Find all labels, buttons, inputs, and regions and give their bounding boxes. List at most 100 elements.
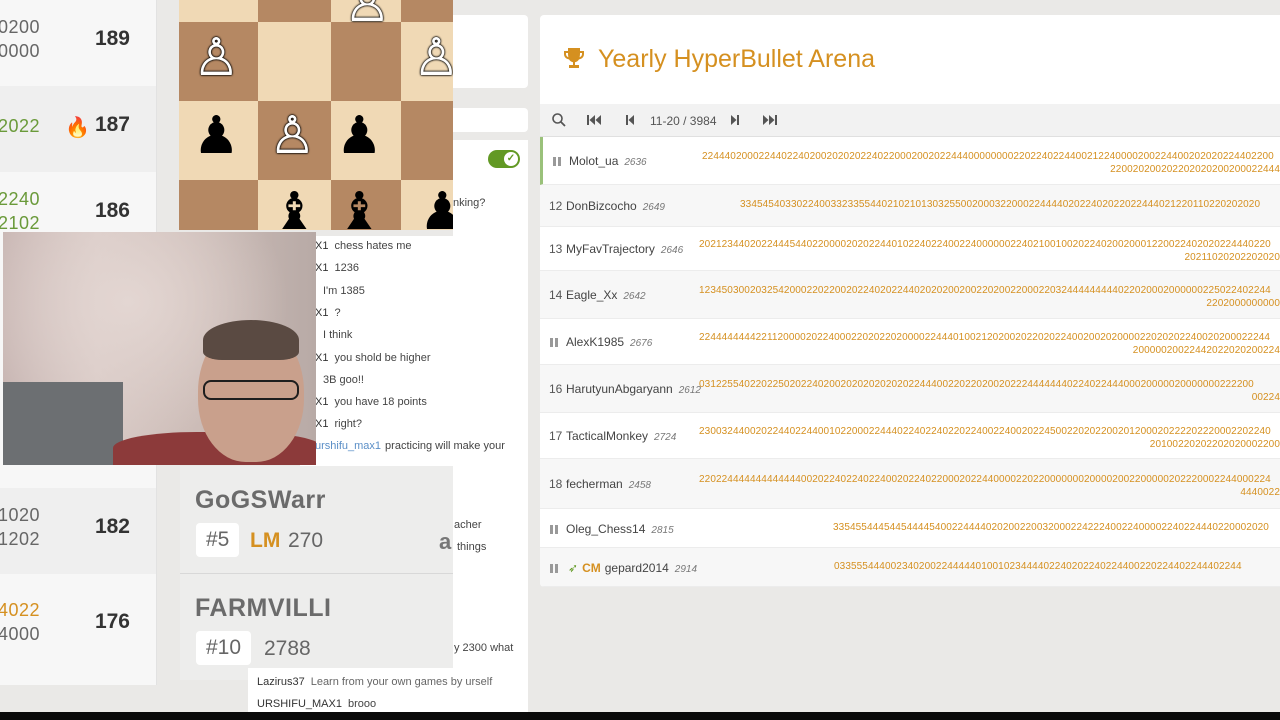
standing-score-bottom: 2102 xyxy=(0,213,41,233)
player-rank: #5 xyxy=(196,523,240,557)
next-page-icon[interactable] xyxy=(727,112,743,128)
standing-score-top: 4022 xyxy=(0,600,41,620)
standings-row[interactable]: AlexK1985 2676 224444444422112000020224000… xyxy=(540,319,1280,365)
chat-line: X1? xyxy=(315,307,341,319)
standing-points: 187 xyxy=(94,113,130,136)
black-pawn-icon[interactable]: ♟ xyxy=(193,110,240,162)
score-sheet: 0335554440023402002244444010010234444022… xyxy=(834,560,1242,572)
player-username[interactable]: Eagle_Xx xyxy=(566,288,617,302)
chat-fragment: acher xyxy=(454,519,482,531)
standings-row[interactable]: ➶ CM gepard2014 2914 03355544400234020022444… xyxy=(540,548,1280,587)
search-icon[interactable] xyxy=(551,112,567,128)
pager-bar: 11-20 / 3984 xyxy=(540,104,1280,137)
chat-username[interactable]: X1 xyxy=(315,418,328,430)
chat-line: X1 you have 18 points xyxy=(315,396,427,408)
player-username[interactable]: TacticalMonkey xyxy=(566,429,648,443)
player-elo: 2815 xyxy=(651,524,674,536)
standing-score-bottom: 4000 xyxy=(0,624,41,644)
chess-board[interactable]: ♙ ♙ ♙ ♟ ♙ ♟ ♝ ♝ ♟ xyxy=(179,0,453,230)
prev-page-icon[interactable] xyxy=(622,112,638,128)
player-username[interactable]: AlexK1985 xyxy=(566,335,624,349)
score-sheet: 2300324400202244022440010220002244402240… xyxy=(699,426,1271,437)
player-username[interactable]: Molot_ua xyxy=(569,154,618,168)
player-name[interactable]: HarutyunAbgaryann 2612 xyxy=(566,382,701,396)
standings-row[interactable]: 13 MyFavTrajectory 2646 2021234402022444544… xyxy=(540,227,1280,271)
middle-panel-header xyxy=(453,15,528,88)
player-username[interactable]: gepard2014 xyxy=(605,561,669,575)
standing-row: 0200 0000 189 xyxy=(0,0,156,86)
standings-row[interactable]: 14 Eagle_Xx 2642 12345030020325420002202200… xyxy=(540,271,1280,319)
board-square[interactable] xyxy=(179,180,258,230)
player-name[interactable]: TacticalMonkey 2724 xyxy=(566,429,676,443)
chat-username[interactable]: X1 xyxy=(315,352,328,364)
standings-row[interactable]: Oleg_Chess14 2815 335455444544544445400224… xyxy=(540,509,1280,548)
player-rank: 13 xyxy=(549,242,563,256)
chat-username[interactable]: X1 xyxy=(315,307,328,319)
player-username[interactable]: HarutyunAbgaryann xyxy=(566,382,673,396)
standings-row[interactable]: 17 TacticalMonkey 2724 23003244002022440224… xyxy=(540,413,1280,459)
chat-username[interactable]: X1 xyxy=(315,240,328,252)
player-title: CM xyxy=(582,560,601,575)
standings-row[interactable]: Molot_ua 2636 2244402000224402240200202020… xyxy=(540,137,1280,185)
standings-row[interactable]: 16 HarutyunAbgaryann 2612 03122554022022502… xyxy=(540,365,1280,413)
arena-panel: Yearly HyperBullet Arena 11-20 / 3984 Mo… xyxy=(540,15,1280,587)
black-bishop-icon[interactable]: ♝ xyxy=(336,186,383,230)
chat-toggle[interactable]: ✓ xyxy=(488,150,520,168)
score-sheet-continued: 20211020202202020 xyxy=(1184,252,1280,263)
first-page-icon[interactable] xyxy=(586,112,602,128)
standings-row[interactable]: 18 fecherman 2458 2202244444444444440020224… xyxy=(540,459,1280,509)
chat-line: X1 right? xyxy=(315,418,362,430)
chat-username-link[interactable]: urshifu_max1 xyxy=(315,440,381,452)
player-name[interactable]: Oleg_Chess14 2815 xyxy=(566,522,674,536)
board-square[interactable] xyxy=(401,0,453,22)
chat-messages: X1 chess hates me X1 1236 I'm 1385 X1? I think… xyxy=(300,236,528,466)
chat-username[interactable]: X1 xyxy=(315,396,328,408)
player-name[interactable]: Molot_ua 2636 xyxy=(569,154,647,168)
black-bishop-icon[interactable]: ♝ xyxy=(271,186,318,230)
board-square[interactable] xyxy=(179,0,258,22)
player-username[interactable]: Oleg_Chess14 xyxy=(566,522,645,536)
white-pawn-icon[interactable]: ♙ xyxy=(413,32,453,84)
standings-row[interactable]: 12 DonBizcocho 2649 33454540330224003323355… xyxy=(540,185,1280,227)
player-username[interactable]: fecherman xyxy=(566,477,623,491)
chat-message: you shold be higher xyxy=(334,351,431,364)
chat-line: 3B goo!! xyxy=(323,374,364,386)
board-square[interactable] xyxy=(258,0,331,22)
player-rank: 16 xyxy=(549,382,563,396)
player-name[interactable]: Eagle_Xx 2642 xyxy=(566,288,646,302)
black-pawn-icon[interactable]: ♟ xyxy=(336,110,383,162)
standing-points: 182 xyxy=(94,515,130,538)
board-square[interactable] xyxy=(401,101,453,180)
player-name[interactable]: ➶ CM gepard2014 2914 xyxy=(568,561,697,575)
score-sheet: 1234503002032542000220220020224020224402… xyxy=(699,285,1271,296)
player-username[interactable]: DonBizcocho xyxy=(566,199,637,213)
standing-score-top: 1020 xyxy=(0,505,41,525)
pause-icon xyxy=(550,524,558,534)
board-square[interactable] xyxy=(258,22,331,101)
white-pawn-icon[interactable]: ♙ xyxy=(193,32,240,84)
player-username[interactable]: MyFavTrajectory xyxy=(566,242,655,256)
webcam-overlay xyxy=(3,232,316,465)
white-pawn-icon[interactable]: ♙ xyxy=(269,110,316,162)
white-pawn-icon[interactable]: ♙ xyxy=(344,0,391,30)
score-sheet-continued: 2202000000000 xyxy=(1206,298,1280,309)
player-elo: 2724 xyxy=(654,432,677,443)
chat-line: I think xyxy=(323,329,352,341)
score-sheet: 2244444444221120000202240002202022020000… xyxy=(699,332,1271,343)
player-card: FARMVILLI #10 2788 xyxy=(180,573,453,680)
black-pawn-icon[interactable]: ♟ xyxy=(419,186,453,230)
player-elo: 2642 xyxy=(623,291,646,302)
player-name[interactable]: AlexK1985 2676 xyxy=(566,335,652,349)
player-name[interactable]: fecherman 2458 xyxy=(566,477,651,491)
webcam-desk xyxy=(3,382,123,465)
chat-message: 1236 xyxy=(334,262,359,275)
player-name[interactable]: DonBizcocho 2649 xyxy=(566,199,665,213)
last-page-icon[interactable] xyxy=(762,112,778,128)
chat-username[interactable]: X1 xyxy=(315,262,328,274)
arena-title: Yearly HyperBullet Arena xyxy=(598,45,876,73)
player-name[interactable]: MyFavTrajectory 2646 xyxy=(566,242,683,256)
player-rank: 14 xyxy=(549,288,563,302)
player-elo: 2636 xyxy=(624,157,647,168)
pager-info: 11-20 / 3984 xyxy=(650,114,717,128)
standing-score-bottom: 0000 xyxy=(0,41,41,61)
